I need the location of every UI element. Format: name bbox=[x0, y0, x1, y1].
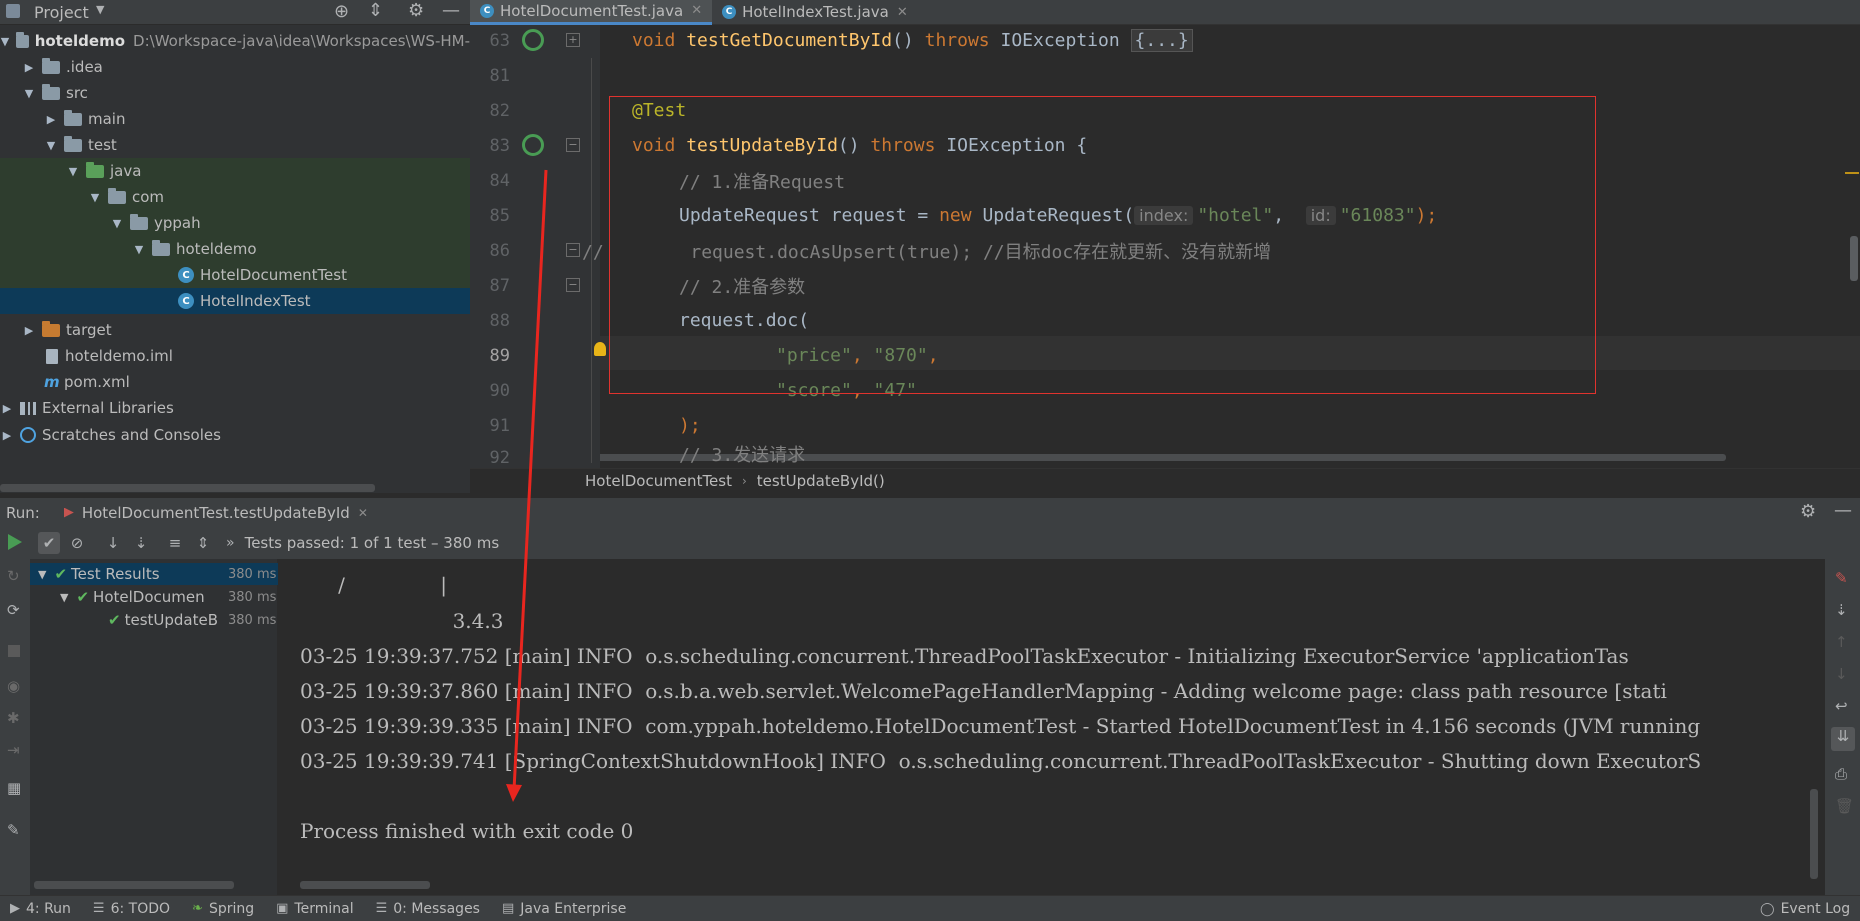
run-icon: ▶ bbox=[10, 901, 20, 916]
tool-window-spring[interactable]: ❧ Spring bbox=[192, 901, 254, 917]
tool-window-terminal[interactable]: ▣ Terminal bbox=[276, 901, 353, 917]
tool-window-messages[interactable]: ☰ 0: Messages bbox=[376, 901, 480, 917]
status-bar: ▶ 4: Run ☰ 6: TODO ❧ Spring ▣ Terminal ☰… bbox=[0, 895, 1860, 921]
list-icon: ☰ bbox=[92, 901, 105, 916]
tool-window-run[interactable]: ▶ 4: Run bbox=[10, 901, 71, 917]
terminal-icon: ▣ bbox=[276, 901, 289, 916]
spring-icon: ❧ bbox=[192, 901, 203, 916]
red-arrow-annotation bbox=[506, 169, 548, 802]
tool-window-todo[interactable]: ☰ 6: TODO bbox=[93, 901, 170, 917]
messages-icon: ☰ bbox=[375, 901, 388, 916]
event-log[interactable]: ◯ Event Log bbox=[1760, 901, 1850, 917]
event-log-icon: ◯ bbox=[1760, 901, 1775, 917]
java-enterprise-icon: ▤ bbox=[501, 901, 515, 916]
tool-window-java-enterprise[interactable]: ▤ Java Enterprise bbox=[502, 901, 626, 917]
